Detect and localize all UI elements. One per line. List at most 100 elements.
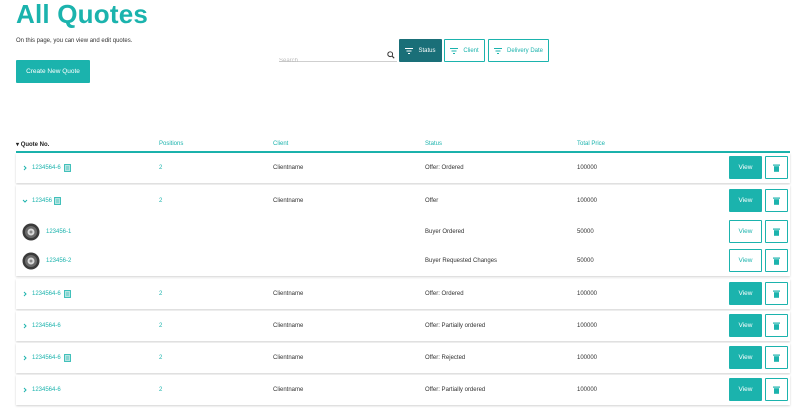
- total-price-cell: 100000: [577, 165, 598, 171]
- delete-button[interactable]: [765, 378, 788, 401]
- column-quote-no[interactable]: ▾ Quote No.: [16, 141, 49, 148]
- client-cell: Clientname: [273, 197, 304, 204]
- view-button[interactable]: View: [729, 156, 762, 179]
- view-button[interactable]: View: [729, 346, 762, 369]
- total-price-cell: 50000: [577, 258, 594, 264]
- search-icon[interactable]: [387, 51, 395, 59]
- column-total-price[interactable]: Total Price: [577, 141, 605, 147]
- chevron-right-icon[interactable]: [22, 291, 28, 297]
- search-input[interactable]: [279, 55, 379, 67]
- delete-button[interactable]: [765, 156, 788, 179]
- sub-quote-link[interactable]: 123456-2: [46, 258, 71, 264]
- table-row: 1234564-6 2 Clientname Offer: Partially …: [16, 375, 790, 405]
- delete-button[interactable]: [765, 346, 788, 369]
- trash-icon: [773, 197, 780, 205]
- tire-icon: [22, 223, 40, 241]
- chevron-right-icon[interactable]: [22, 323, 28, 329]
- positions-link[interactable]: 2: [159, 198, 162, 204]
- sub-quote-row: 123456-2 Buyer Requested Changes 50000 V…: [16, 247, 790, 275]
- filter-status-button[interactable]: Status: [399, 39, 442, 62]
- column-status[interactable]: Status: [425, 141, 442, 147]
- positions-link[interactable]: 2: [159, 387, 162, 393]
- delete-button[interactable]: [765, 314, 788, 337]
- positions-link[interactable]: 2: [159, 165, 162, 171]
- delete-button[interactable]: [765, 189, 788, 212]
- chevron-right-icon[interactable]: [22, 355, 28, 361]
- positions-link[interactable]: 2: [159, 323, 162, 329]
- status-cell: Offer: Ordered: [425, 165, 464, 171]
- document-icon[interactable]: [64, 164, 71, 172]
- filter-delivery-date-button[interactable]: Delivery Date: [488, 39, 549, 62]
- page-subtitle: On this page, you can view and edit quot…: [16, 38, 133, 44]
- quote-number-link[interactable]: 1234564-6: [32, 323, 61, 329]
- delete-button[interactable]: [765, 282, 788, 305]
- view-button[interactable]: View: [729, 314, 762, 337]
- view-button[interactable]: View: [729, 220, 762, 243]
- column-client[interactable]: Client: [273, 141, 288, 147]
- status-cell: Buyer Ordered: [425, 229, 465, 235]
- filter-icon: [450, 47, 459, 54]
- column-positions[interactable]: Positions: [159, 141, 183, 147]
- filter-status-label: Status: [418, 47, 436, 54]
- view-button[interactable]: View: [729, 249, 762, 272]
- view-button[interactable]: View: [729, 282, 762, 305]
- trash-icon: [773, 164, 780, 172]
- quote-number-link[interactable]: 1234564-6: [32, 355, 61, 361]
- status-cell: Offer: Ordered: [425, 291, 464, 297]
- status-cell: Offer: Partially ordered: [425, 387, 486, 393]
- client-cell: Clientname: [273, 387, 304, 393]
- table-header: ▾ Quote No. Positions Client Status Tota…: [16, 140, 790, 153]
- filter-client-label: Client: [463, 47, 479, 54]
- filter-icon: [405, 47, 414, 54]
- tire-icon: [22, 252, 40, 270]
- filter-icon: [493, 47, 502, 54]
- chevron-down-icon[interactable]: [22, 198, 28, 204]
- trash-icon: [773, 290, 780, 298]
- quote-number-link[interactable]: 1234564-6: [32, 387, 61, 393]
- filter-client-button[interactable]: Client: [444, 39, 485, 62]
- document-icon[interactable]: [64, 290, 71, 298]
- total-price-cell: 100000: [577, 355, 598, 361]
- trash-icon: [773, 322, 780, 330]
- positions-link[interactable]: 2: [159, 355, 162, 361]
- status-cell: Offer: Partially ordered: [425, 323, 486, 329]
- document-icon[interactable]: [54, 196, 61, 205]
- total-price-cell: 100000: [577, 323, 598, 329]
- trash-icon: [773, 257, 780, 265]
- status-cell: Buyer Requested Changes: [425, 258, 498, 264]
- quote-number-link[interactable]: 123456: [32, 198, 52, 204]
- sub-quote-row: 123456-1 Buyer Ordered 50000 View: [16, 218, 790, 246]
- table-row: 123456 2 Clientname Offer 100000 View: [16, 186, 790, 215]
- quote-number-link[interactable]: 1234564-6: [32, 291, 61, 297]
- total-price-cell: 100000: [577, 291, 598, 297]
- table-row: 1234564-6 2 Clientname Offer: Partially …: [16, 311, 790, 341]
- table-row: 1234564-6 2 Clientname Offer: Ordered 10…: [16, 153, 790, 183]
- delete-button[interactable]: [765, 249, 788, 272]
- status-cell: Offer: Rejected: [425, 355, 466, 361]
- create-new-quote-button[interactable]: Create New Quote: [16, 60, 90, 83]
- chevron-right-icon[interactable]: [22, 165, 28, 171]
- client-cell: Clientname: [273, 165, 304, 171]
- filter-delivery-date-label: Delivery Date: [506, 47, 543, 54]
- trash-icon: [773, 228, 780, 236]
- trash-icon: [773, 386, 780, 394]
- positions-link[interactable]: 2: [159, 291, 162, 297]
- expanded-quote-group: 123456 2 Clientname Offer 100000 View 12…: [16, 185, 790, 276]
- document-icon[interactable]: [64, 354, 71, 362]
- total-price-cell: 100000: [577, 197, 598, 204]
- client-cell: Clientname: [273, 323, 304, 329]
- client-cell: Clientname: [273, 291, 304, 297]
- view-button[interactable]: View: [729, 189, 762, 212]
- total-price-cell: 100000: [577, 387, 598, 393]
- view-button[interactable]: View: [729, 378, 762, 401]
- table-row: 1234564-6 2 Clientname Offer: Rejected 1…: [16, 343, 790, 373]
- chevron-right-icon[interactable]: [22, 387, 28, 393]
- page-title: All Quotes: [16, 0, 149, 29]
- search-box: [279, 49, 397, 67]
- status-cell: Offer: [425, 197, 439, 204]
- trash-icon: [773, 354, 780, 362]
- delete-button[interactable]: [765, 220, 788, 243]
- table-row: 1234564-6 2 Clientname Offer: Ordered 10…: [16, 279, 790, 309]
- quote-number-link[interactable]: 1234564-6: [32, 165, 61, 171]
- sub-quote-link[interactable]: 123456-1: [46, 229, 71, 235]
